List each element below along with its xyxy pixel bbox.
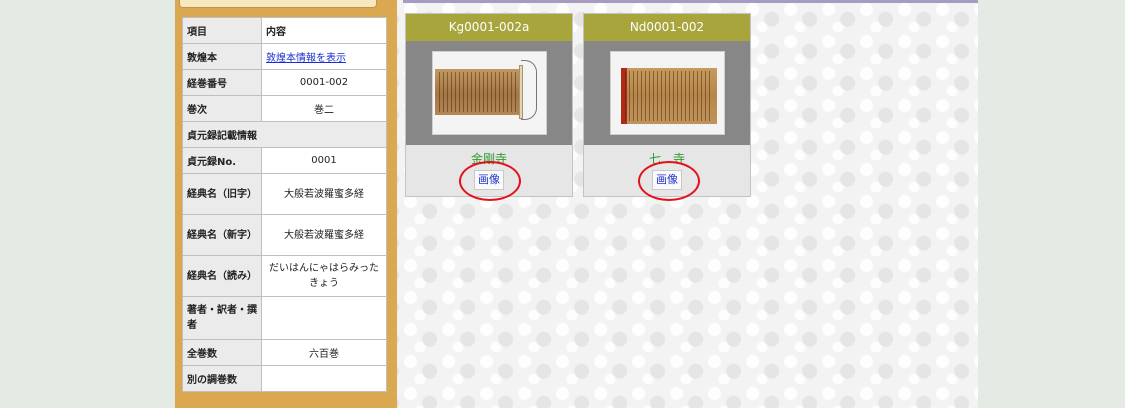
highlight-ring [459, 161, 521, 201]
row-key: 著者・訳者・撰者 [182, 296, 262, 340]
row-value: 0001 [261, 147, 387, 174]
top-border-line [403, 0, 978, 3]
row-key: 経巻番号 [182, 69, 262, 96]
thumbnail-area [584, 41, 750, 145]
row-value: 内容 [261, 17, 387, 44]
table-row: 項目 内容 [182, 17, 387, 44]
card-title: Nd0001-002 [584, 14, 750, 41]
thumbnail-area [406, 41, 572, 145]
info-table: 項目 内容 敦煌本 敦煌本情報を表示 経巻番号 0001-002 巻次 巻二 貞… [182, 17, 387, 392]
row-value: 巻二 [261, 95, 387, 122]
table-section-header: 貞元録記載情報 [182, 121, 387, 148]
row-value [261, 296, 387, 340]
row-value [261, 365, 387, 392]
row-key: 巻次 [182, 95, 262, 122]
row-key: 項目 [182, 17, 262, 44]
table-row: 巻次 巻二 [182, 95, 387, 122]
card-title: Kg0001-002a [406, 14, 572, 41]
row-key: 敦煌本 [182, 43, 262, 70]
manuscript-thumbnail[interactable] [610, 51, 725, 135]
row-value: 六百巻 [261, 339, 387, 366]
row-key: 経典名（新字） [182, 214, 262, 256]
row-value: だいはんにゃはらみったきょう [261, 255, 387, 297]
row-key: 貞元録No. [182, 147, 262, 174]
scroll-string [521, 60, 537, 120]
section-header-label: 貞元録記載情報 [182, 121, 387, 148]
row-value: 大般若波羅蜜多経 [261, 173, 387, 215]
table-row: 経典名（新字） 大般若波羅蜜多経 [182, 214, 387, 256]
row-key: 全巻数 [182, 339, 262, 366]
table-row: 全巻数 六百巻 [182, 339, 387, 366]
table-row: 経典名（旧字） 大般若波羅蜜多経 [182, 173, 387, 215]
table-row: 別の調巻数 [182, 365, 387, 392]
table-row: 経典名（読み） だいはんにゃはらみったきょう [182, 255, 387, 297]
row-value: 敦煌本情報を表示 [261, 43, 387, 70]
info-sidebar: 項目 内容 敦煌本 敦煌本情報を表示 経巻番号 0001-002 巻次 巻二 貞… [175, 0, 397, 408]
table-row: 敦煌本 敦煌本情報を表示 [182, 43, 387, 70]
scroll-image [621, 68, 717, 124]
manuscript-thumbnail[interactable] [432, 51, 547, 135]
show-dunhuang-info-link[interactable]: 敦煌本情報を表示 [266, 53, 346, 64]
row-value: 大般若波羅蜜多経 [261, 214, 387, 256]
row-key: 経典名（読み） [182, 255, 262, 297]
table-row: 経巻番号 0001-002 [182, 69, 387, 96]
highlight-ring [638, 161, 700, 201]
table-row: 著者・訳者・撰者 [182, 296, 387, 340]
row-key: 別の調巻数 [182, 365, 262, 392]
sidebar-top-tab [179, 0, 377, 8]
scroll-image [435, 69, 521, 115]
row-key: 経典名（旧字） [182, 173, 262, 215]
table-row: 貞元録No. 0001 [182, 147, 387, 174]
row-value: 0001-002 [261, 69, 387, 96]
